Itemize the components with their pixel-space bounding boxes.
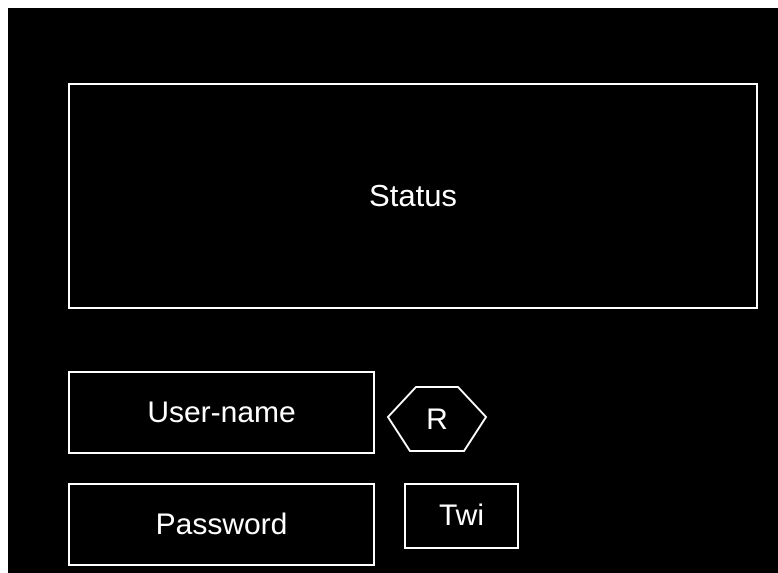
- status-label: Status: [369, 178, 457, 213]
- twi-button-label: Twi: [439, 499, 484, 532]
- status-panel: Status: [68, 83, 758, 309]
- username-label: User-name: [147, 395, 296, 429]
- r-button-label: R: [426, 403, 448, 436]
- password-field[interactable]: Password: [68, 483, 375, 566]
- twi-button[interactable]: Twi: [404, 483, 519, 549]
- device-screen: Status User-name R Password Twi: [8, 8, 778, 573]
- username-field[interactable]: User-name: [68, 371, 375, 454]
- r-button[interactable]: R: [386, 385, 488, 455]
- password-label: Password: [155, 507, 288, 541]
